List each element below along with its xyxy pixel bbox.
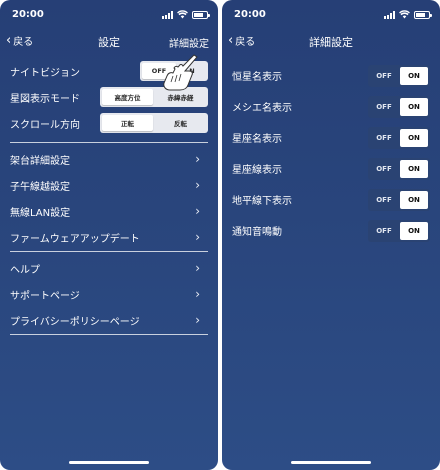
menu-item-label: 子午線越設定: [10, 181, 70, 193]
on-option[interactable]: ON: [400, 97, 428, 116]
constellation-name-row: 星座名表示 OFF ON: [232, 122, 430, 153]
star-name-toggle[interactable]: OFF ON: [368, 64, 430, 87]
pointing-hand-icon: [163, 54, 198, 91]
battery-icon: [192, 10, 210, 19]
chevron-right-icon: ›: [195, 313, 200, 327]
home-indicator: [291, 461, 371, 464]
notification-sound-row: 通知音鳴動 OFF ON: [232, 215, 430, 246]
constellation-lines-toggle[interactable]: OFF ON: [368, 157, 430, 180]
menu-item-privacy-policy[interactable]: プライバシーポリシーページ ›: [10, 307, 208, 333]
divider: [10, 251, 208, 252]
toggle-list: 恒星名表示 OFF ON メシエ名表示 OFF ON 星座名表示 OFF ON …: [232, 60, 430, 246]
reverse-scroll-option[interactable]: 反転: [155, 115, 206, 131]
battery-icon: [414, 10, 432, 19]
constellation-name-label: 星座名表示: [232, 134, 282, 145]
chevron-right-icon: ›: [195, 152, 200, 166]
divider: [10, 142, 208, 143]
status-bar: 20:00: [222, 0, 440, 28]
nav-bar: ‹ 戻る 設定 詳細設定: [0, 30, 218, 52]
star-name-label: 恒星名表示: [232, 72, 282, 83]
off-option[interactable]: OFF: [370, 160, 398, 178]
normal-scroll-option[interactable]: 正転: [102, 115, 153, 131]
scroll-direction-row: スクロール方向 正転 反転: [10, 110, 208, 136]
menu-item-meridian-settings[interactable]: 子午線越設定 ›: [10, 172, 208, 198]
home-indicator: [69, 461, 149, 464]
chevron-right-icon: ›: [195, 230, 200, 244]
menu-item-label: ファームウェアアップデート: [10, 233, 140, 245]
menu-item-wireless-lan[interactable]: 無線LAN設定 ›: [10, 198, 208, 224]
below-horizon-toggle[interactable]: OFF ON: [368, 188, 430, 211]
off-option[interactable]: OFF: [370, 67, 398, 85]
menu-item-label: サポートページ: [10, 290, 80, 302]
off-option[interactable]: OFF: [370, 98, 398, 116]
status-bar: 20:00: [0, 0, 218, 28]
altaz-option[interactable]: 高度方位: [102, 89, 153, 105]
night-vision-label: ナイトビジョン: [10, 67, 80, 79]
wifi-icon: [177, 10, 188, 19]
page-title: 詳細設定: [309, 36, 353, 49]
signal-icon: [384, 10, 395, 19]
star-display-mode-label: 星図表示モード: [10, 93, 80, 105]
chevron-right-icon: ›: [195, 204, 200, 218]
status-time: 20:00: [12, 9, 44, 20]
messier-name-toggle[interactable]: OFF ON: [368, 95, 430, 118]
chevron-right-icon: ›: [195, 178, 200, 192]
messier-name-label: メシエ名表示: [232, 103, 292, 114]
settings-list: ナイトビジョン OFF N 星図表示モード 高度方位 赤緯赤経 スクロール方向 …: [10, 58, 208, 338]
advanced-settings-screen: 20:00 ‹ 戻る 詳細設定 恒星名表示 OFF ON メシエ名表示 OFF …: [222, 0, 440, 470]
menu-item-label: 無線LAN設定: [10, 207, 71, 219]
on-option[interactable]: ON: [400, 221, 428, 240]
scroll-direction-selector[interactable]: 正転 反転: [100, 113, 208, 133]
divider: [10, 334, 208, 335]
status-icons: [162, 10, 210, 19]
notification-sound-label: 通知音鳴動: [232, 227, 282, 238]
off-option[interactable]: OFF: [370, 222, 398, 240]
status-time: 20:00: [234, 9, 266, 20]
off-option[interactable]: OFF: [370, 129, 398, 147]
menu-item-label: 架台詳細設定: [10, 155, 70, 167]
on-option[interactable]: ON: [400, 190, 428, 209]
constellation-lines-label: 星座線表示: [232, 165, 282, 176]
menu-item-support-page[interactable]: サポートページ ›: [10, 281, 208, 307]
menu-item-label: プライバシーポリシーページ: [10, 316, 140, 328]
chevron-right-icon: ›: [195, 287, 200, 301]
menu-item-label: ヘルプ: [10, 264, 40, 276]
scroll-direction-label: スクロール方向: [10, 119, 80, 131]
status-icons: [384, 10, 432, 19]
wifi-icon: [399, 10, 410, 19]
menu-item-firmware-update[interactable]: ファームウェアアップデート ›: [10, 224, 208, 250]
constellation-lines-row: 星座線表示 OFF ON: [232, 153, 430, 184]
on-option[interactable]: ON: [400, 66, 428, 85]
advanced-settings-button[interactable]: 詳細設定: [169, 35, 209, 50]
messier-name-row: メシエ名表示 OFF ON: [232, 91, 430, 122]
constellation-name-toggle[interactable]: OFF ON: [368, 126, 430, 149]
on-option[interactable]: ON: [400, 128, 428, 147]
chevron-right-icon: ›: [195, 261, 200, 275]
menu-item-mount-settings[interactable]: 架台詳細設定 ›: [10, 146, 208, 172]
star-name-row: 恒星名表示 OFF ON: [232, 60, 430, 91]
menu-item-help[interactable]: ヘルプ ›: [10, 255, 208, 281]
nav-bar: ‹ 戻る 詳細設定: [222, 30, 440, 52]
on-option[interactable]: ON: [400, 159, 428, 178]
below-horizon-row: 地平線下表示 OFF ON: [232, 184, 430, 215]
off-option[interactable]: OFF: [370, 191, 398, 209]
below-horizon-label: 地平線下表示: [232, 196, 292, 207]
signal-icon: [162, 10, 173, 19]
settings-screen: 20:00 ‹ 戻る 設定 詳細設定 ナイトビジョン OFF N 星図表示モード…: [0, 0, 218, 470]
notification-sound-toggle[interactable]: OFF ON: [368, 219, 430, 242]
